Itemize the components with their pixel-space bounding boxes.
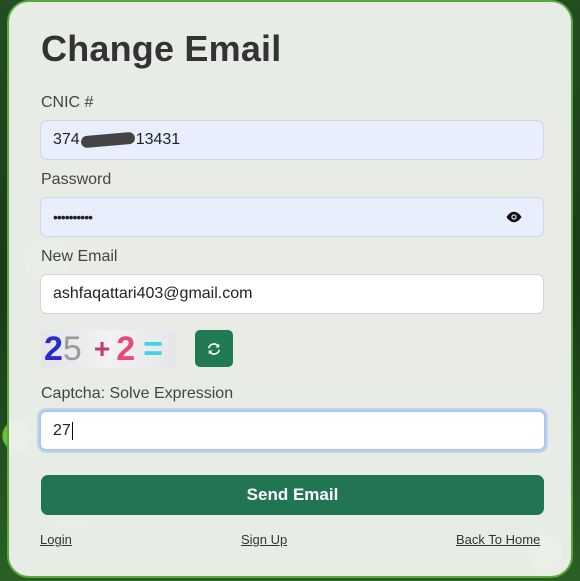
cnic-value-end: 13431	[135, 131, 181, 148]
change-email-card: Change Email CNIC # 374 13431 Password •…	[7, 0, 573, 578]
send-email-button[interactable]: Send Email	[41, 475, 544, 515]
cnic-input[interactable]: 374 13431	[40, 120, 544, 160]
captcha-digit-2: 5	[62, 329, 82, 368]
new-email-input[interactable]: ashfaqattari403@gmail.com	[40, 274, 544, 314]
signup-link[interactable]: Sign Up	[241, 532, 287, 547]
captcha-digit-3: 2	[116, 329, 136, 368]
refresh-captcha-button[interactable]	[195, 330, 233, 367]
new-email-label: New Email	[41, 248, 118, 265]
captcha-plus: +	[93, 333, 111, 364]
back-to-home-link[interactable]: Back To Home	[456, 532, 540, 547]
captcha-answer-value: 27	[53, 421, 71, 439]
cnic-value-start: 374	[53, 131, 80, 148]
cnic-label: CNIC #	[41, 94, 94, 111]
page-title: Change Email	[41, 28, 282, 69]
captcha-image: 2 5 + 2 =	[41, 330, 176, 368]
captcha-label: Captcha: Solve Expression	[41, 385, 234, 402]
password-value: ••••••••••	[53, 209, 93, 225]
captcha-equals: =	[143, 329, 163, 368]
captcha-digit-1: 2	[44, 329, 63, 368]
text-caret	[71, 421, 73, 440]
new-email-value: ashfaqattari403@gmail.com	[53, 285, 253, 302]
redaction-mark	[80, 131, 136, 149]
password-input[interactable]: ••••••••••	[40, 197, 544, 237]
login-link[interactable]: Login	[40, 532, 72, 547]
refresh-icon	[208, 342, 220, 355]
eye-icon[interactable]	[505, 210, 523, 224]
captcha-answer-input[interactable]: 27	[39, 410, 546, 451]
password-label: Password	[41, 171, 112, 188]
